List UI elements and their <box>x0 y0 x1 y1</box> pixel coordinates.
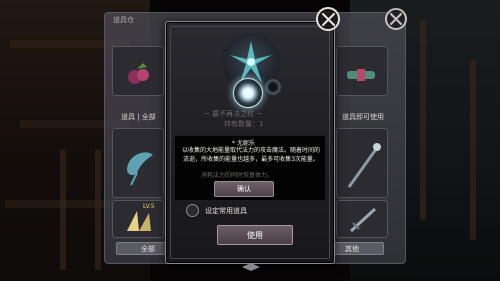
feather-icon <box>127 152 153 186</box>
close-inventory-button[interactable] <box>385 8 407 30</box>
level-label: LV.5 <box>143 203 155 210</box>
faded-item-description: 消耗法力的同时恢复体力。 <box>201 172 274 179</box>
tab-usable-items[interactable]: 道具即可使用 <box>342 112 384 122</box>
close-icon <box>390 13 402 25</box>
small-gem-icon <box>265 79 281 95</box>
skill-description: 以收集的大地能量取代法力的攻击魔法。随着时间的流逝，所收集的能量也越多，最多可收… <box>181 147 320 163</box>
inventory-slot[interactable] <box>336 46 388 96</box>
candy-icon <box>347 69 375 81</box>
tab-all-items[interactable]: 道具 | 全部 <box>121 112 156 122</box>
favorite-item-checkbox[interactable] <box>186 204 199 217</box>
use-button[interactable]: 使用 <box>217 225 293 245</box>
inventory-title: 道具仓 <box>113 16 134 24</box>
favorite-item-label: 设定常用道具 <box>205 207 247 215</box>
inventory-slot[interactable] <box>336 128 388 198</box>
confirm-button[interactable]: 确认 <box>214 181 274 197</box>
inventory-slot[interactable] <box>336 200 388 238</box>
inventory-slot[interactable]: LV.5 <box>112 200 164 238</box>
skill-orb-icon <box>233 78 263 108</box>
close-icon <box>321 12 335 26</box>
inventory-slot[interactable] <box>112 46 164 96</box>
close-dialog-button[interactable] <box>316 7 340 31</box>
wing-icon <box>127 211 151 231</box>
faded-item-info: 持有数量：1 <box>224 120 264 128</box>
inventory-slot[interactable] <box>112 128 164 198</box>
fruit-icon <box>128 63 149 84</box>
sword-icon <box>349 207 377 233</box>
staff-item-icon <box>347 143 381 188</box>
dialog-ornament <box>242 263 260 271</box>
faded-item-name: ~ 要不再法之杖 ~ <box>204 110 263 118</box>
